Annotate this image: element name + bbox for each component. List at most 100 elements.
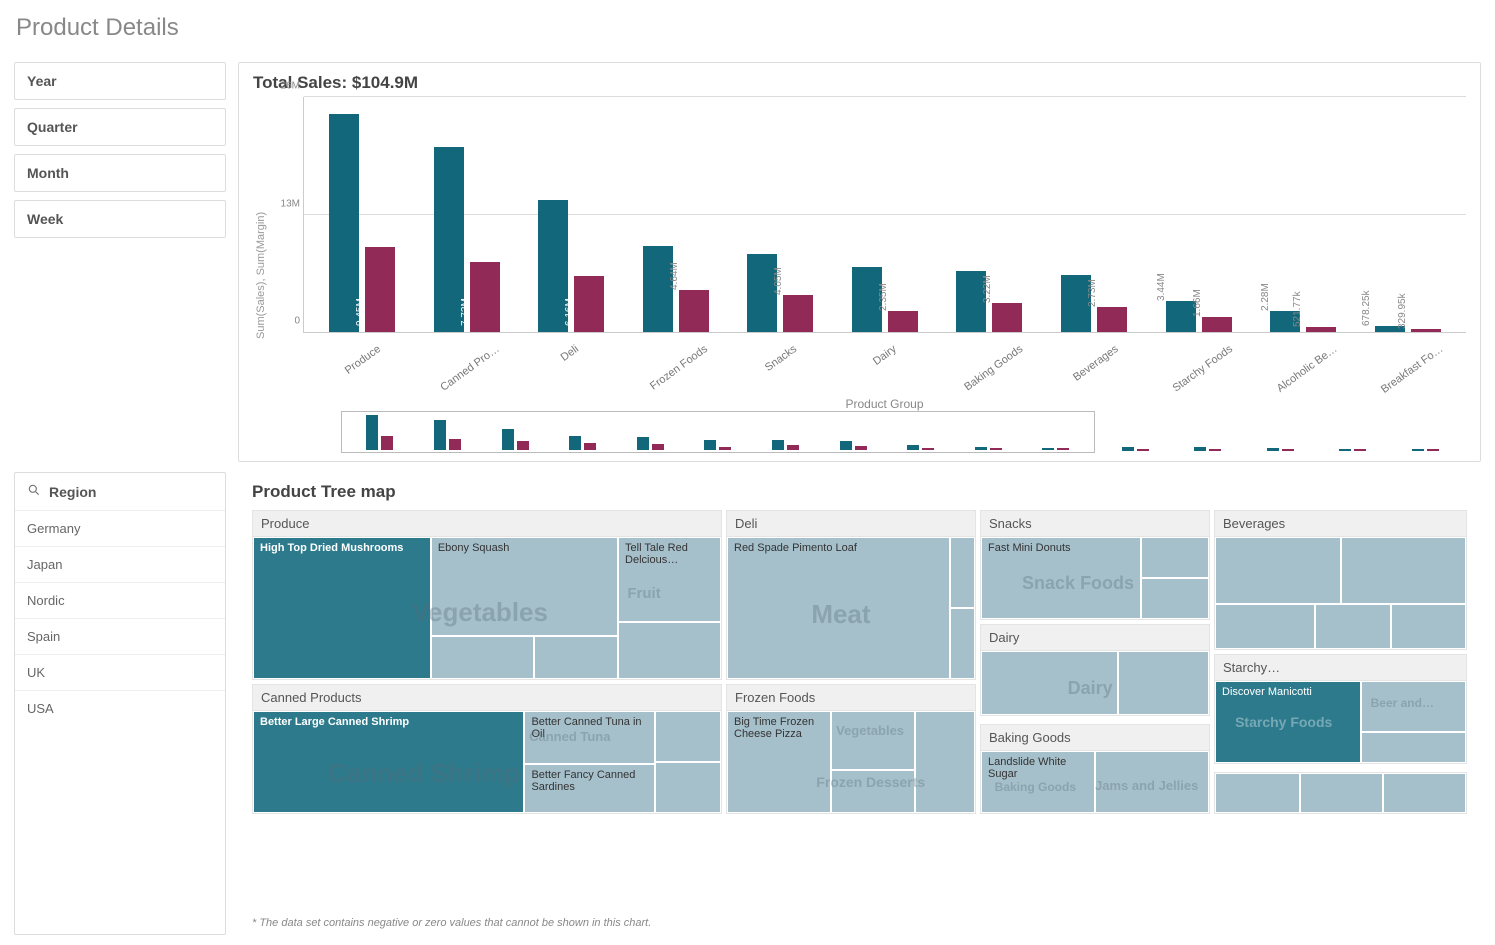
tile[interactable] xyxy=(1141,537,1209,578)
tile[interactable] xyxy=(431,636,534,679)
bar-group[interactable]: 24.16M9.45M xyxy=(323,97,401,332)
tile-label[interactable]: Landslide White Sugar xyxy=(981,751,1095,813)
tile[interactable] xyxy=(1361,732,1466,763)
filter-year[interactable]: Year xyxy=(14,62,226,100)
tile[interactable] xyxy=(534,636,618,679)
region-item[interactable]: UK xyxy=(15,654,225,690)
region-item[interactable]: Germany xyxy=(15,510,225,546)
tile[interactable] xyxy=(950,537,975,608)
margin-bar[interactable]: 521.77k xyxy=(1306,327,1336,332)
treemap-section-dairy[interactable]: Dairy Dairy xyxy=(980,624,1210,716)
tile-label[interactable]: Discover Manicotti xyxy=(1215,681,1361,763)
tile[interactable] xyxy=(1215,773,1300,813)
bar-group[interactable]: 8.63M4.05M xyxy=(741,97,819,332)
section-header: Frozen Foods xyxy=(727,685,975,711)
bar-value-label: 6.16M xyxy=(564,298,575,326)
tile[interactable] xyxy=(831,711,915,770)
tile[interactable] xyxy=(831,770,915,813)
tile[interactable] xyxy=(1361,681,1466,732)
tile-label: High Top Dried Mushrooms xyxy=(260,542,403,554)
bar-group[interactable]: 20.52M7.72M xyxy=(428,97,506,332)
section-header: Baking Goods xyxy=(981,725,1209,751)
bar-group[interactable]: 678.25k329.95k xyxy=(1369,97,1447,332)
region-filter-panel: Region GermanyJapanNordicSpainUKUSA xyxy=(14,472,226,935)
overview-scrollbar[interactable] xyxy=(341,411,1466,453)
margin-bar[interactable]: 2.73M xyxy=(1097,307,1127,332)
bar-value-label: 9.49M xyxy=(633,298,644,326)
tile[interactable] xyxy=(1315,604,1390,649)
region-item[interactable]: Spain xyxy=(15,618,225,654)
tile[interactable] xyxy=(1341,537,1467,604)
bar-group[interactable]: 14.63M6.16M xyxy=(532,97,610,332)
bar-group[interactable]: 7.18M2.35M xyxy=(846,97,924,332)
margin-bar[interactable]: 329.95k xyxy=(1411,329,1441,332)
treemap-title: Product Tree map xyxy=(252,482,1467,502)
margin-bar[interactable]: 4.64M xyxy=(679,290,709,332)
tile-label: Better Large Canned Shrimp xyxy=(260,716,409,728)
region-item[interactable]: Nordic xyxy=(15,582,225,618)
bar-plot-area[interactable]: 26M 13M 0 24.16M9.45M20.52M7.72M14.63M6.… xyxy=(303,97,1466,332)
tile[interactable] xyxy=(1215,537,1341,604)
margin-bar[interactable]: 3.22M xyxy=(992,303,1022,332)
margin-bar[interactable]: 9.45M xyxy=(365,247,395,332)
region-item[interactable]: USA xyxy=(15,690,225,726)
tile[interactable] xyxy=(1391,604,1466,649)
bar-group[interactable]: 6.32M2.73M xyxy=(1055,97,1133,332)
tile[interactable] xyxy=(1141,578,1209,619)
tile[interactable] xyxy=(618,622,721,679)
bar-group[interactable]: 2.28M521.77k xyxy=(1264,97,1342,332)
tile-label[interactable]: Tell Tale Red Delcious… xyxy=(618,537,721,622)
tile-label[interactable]: Better Fancy Canned Sardines xyxy=(524,764,655,813)
tile[interactable] xyxy=(1118,651,1209,715)
bar-value-label: 2.28M xyxy=(1260,284,1271,312)
treemap-section-snacks[interactable]: Snacks Fast Mini Donuts Snack Foods xyxy=(980,510,1210,620)
treemap-section-produce[interactable]: Produce High Top Dried Mushrooms Ebony S… xyxy=(252,510,722,680)
search-icon[interactable] xyxy=(27,483,41,500)
margin-bar[interactable]: 2.35M xyxy=(888,311,918,332)
tile-label[interactable]: Ebony Squash xyxy=(431,537,618,636)
tile[interactable] xyxy=(655,711,721,762)
filter-month[interactable]: Month xyxy=(14,154,226,192)
tile[interactable] xyxy=(981,651,1118,715)
margin-bar[interactable]: 6.16M xyxy=(574,276,604,332)
section-header: Dairy xyxy=(981,625,1209,651)
tile[interactable] xyxy=(1215,604,1315,649)
tile[interactable] xyxy=(1383,773,1466,813)
bar-value-label: 6.32M xyxy=(1051,298,1062,326)
time-filter-panel: Year Quarter Month Week xyxy=(14,62,226,462)
tile[interactable] xyxy=(1095,751,1209,813)
section-header: Starchy… xyxy=(1215,655,1466,681)
treemap-section-canned[interactable]: Canned Products Better Large Canned Shri… xyxy=(252,684,722,814)
treemap-section-misc[interactable] xyxy=(1214,772,1467,814)
bar-group[interactable]: 3.44M 1.66M xyxy=(1160,97,1238,332)
sales-bar[interactable]: 3.44M xyxy=(1166,301,1196,332)
treemap-section-starchy[interactable]: Starchy… Discover Manicotti Starchy Food… xyxy=(1214,654,1467,764)
bar-value-label: 7.72M xyxy=(460,298,471,326)
y-tick: 26M xyxy=(270,81,300,92)
treemap-section-deli[interactable]: Deli Red Spade Pimento Loaf Meat xyxy=(726,510,976,680)
region-item[interactable]: Japan xyxy=(15,546,225,582)
y-tick: 13M xyxy=(270,198,300,209)
treemap[interactable]: Produce High Top Dried Mushrooms Ebony S… xyxy=(252,510,1467,911)
treemap-section-baking[interactable]: Baking Goods Landslide White Sugar Bakin… xyxy=(980,724,1210,814)
treemap-section-frozen[interactable]: Frozen Foods Big Time Frozen Cheese Pizz… xyxy=(726,684,976,814)
bar-group[interactable]: 6.73M3.22M xyxy=(950,97,1028,332)
margin-bar[interactable]: 1.66M xyxy=(1202,317,1232,332)
margin-bar[interactable]: 7.72M xyxy=(470,262,500,332)
tile-label[interactable]: Better Canned Tuna in Oil xyxy=(524,711,655,764)
tile-label[interactable]: Big Time Frozen Cheese Pizza xyxy=(727,711,831,813)
bar-value-label: 7.18M xyxy=(842,298,853,326)
tile[interactable] xyxy=(655,762,721,813)
margin-bar[interactable]: 4.05M xyxy=(783,295,813,332)
tile[interactable] xyxy=(1300,773,1383,813)
treemap-section-beverages[interactable]: Beverages xyxy=(1214,510,1467,650)
tile-label[interactable]: Fast Mini Donuts xyxy=(981,537,1141,619)
tile[interactable] xyxy=(915,711,975,813)
bar-group[interactable]: 9.49M4.64M xyxy=(637,97,715,332)
filter-week[interactable]: Week xyxy=(14,200,226,238)
tile[interactable] xyxy=(950,608,975,679)
x-category-label: Frozen Foods xyxy=(648,343,710,393)
x-axis-label: Product Group xyxy=(303,397,1466,411)
filter-quarter[interactable]: Quarter xyxy=(14,108,226,146)
tile-label[interactable]: Red Spade Pimento Loaf xyxy=(727,537,950,679)
